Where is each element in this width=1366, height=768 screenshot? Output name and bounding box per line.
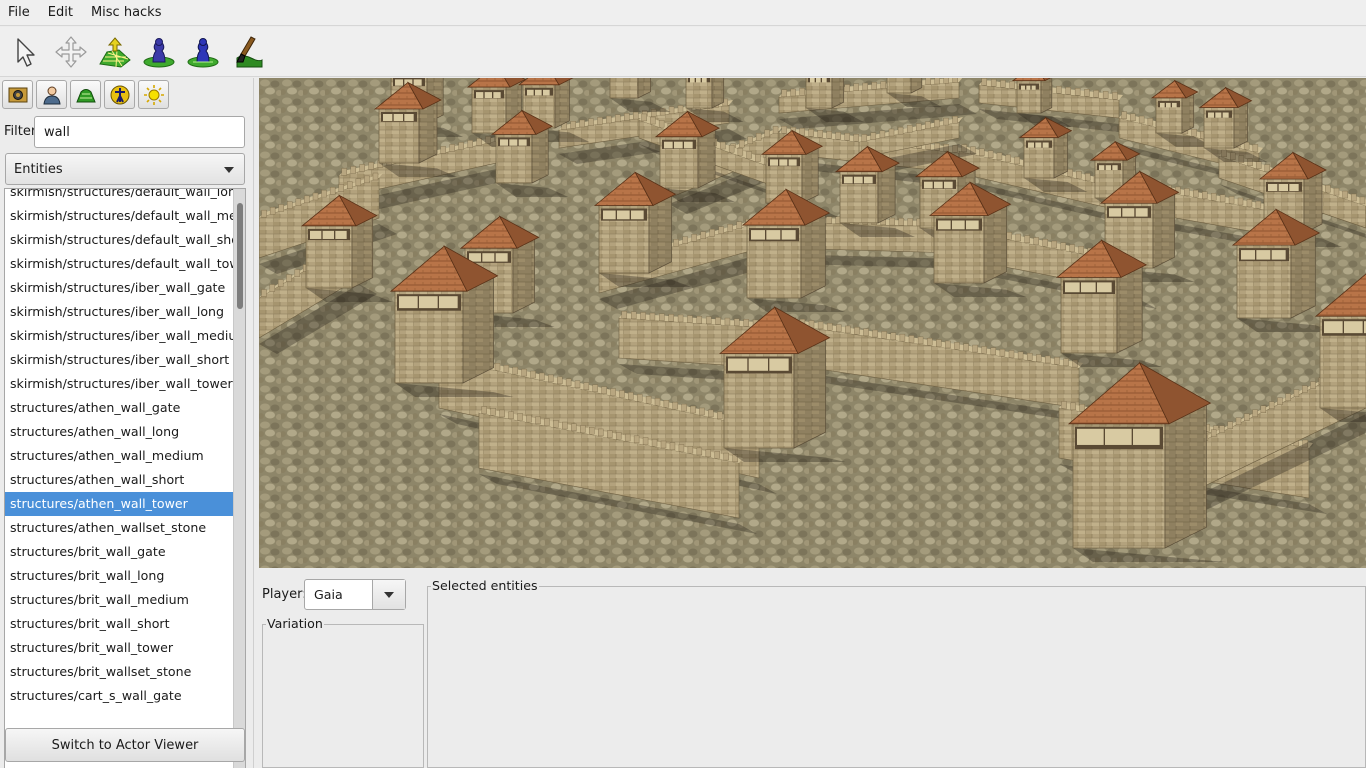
switch-to-actor-viewer-button[interactable]: Switch to Actor Viewer bbox=[5, 728, 245, 762]
object-section-button[interactable] bbox=[104, 80, 135, 109]
list-item[interactable]: structures/brit_wall_medium bbox=[5, 588, 233, 612]
object-type-value: Entities bbox=[14, 161, 63, 177]
list-item[interactable]: structures/brit_wall_gate bbox=[5, 540, 233, 564]
menu-file[interactable]: File bbox=[0, 0, 39, 26]
map-settings-icon bbox=[8, 87, 27, 102]
list-item[interactable]: skirmish/structures/iber_wall_tower bbox=[5, 372, 233, 396]
player-section-button[interactable] bbox=[36, 80, 67, 109]
list-item[interactable]: structures/cart_s_wall_gate bbox=[5, 684, 233, 708]
main-toolbar bbox=[0, 27, 1366, 77]
menu-misc-hacks[interactable]: Misc hacks bbox=[82, 0, 171, 26]
paint-brush-icon bbox=[236, 35, 263, 67]
list-item[interactable]: structures/brit_wall_long bbox=[5, 564, 233, 588]
section-tabs bbox=[2, 80, 172, 109]
entity-list[interactable]: skirmish/structures/default_wall_long ski… bbox=[4, 188, 246, 768]
vertical-scrollbar[interactable] bbox=[233, 189, 245, 768]
move-cross-icon bbox=[55, 35, 87, 68]
list-item[interactable]: structures/athen_wall_short bbox=[5, 468, 233, 492]
list-item[interactable]: structures/athen_wall_gate bbox=[5, 396, 233, 420]
selected-entities-title: Selected entities bbox=[431, 578, 539, 594]
list-item[interactable]: skirmish/structures/iber_wall_short bbox=[5, 348, 233, 372]
filter-input[interactable] bbox=[34, 116, 245, 148]
chevron-down-icon bbox=[384, 592, 394, 598]
filter-label: Filter bbox=[4, 124, 37, 139]
scene-render bbox=[259, 78, 1366, 568]
variation-title: Variation bbox=[266, 616, 324, 632]
player-value: Gaia bbox=[314, 587, 343, 602]
vertical-scroll-thumb[interactable] bbox=[237, 203, 243, 309]
list-item[interactable]: structures/athen_wall_long bbox=[5, 420, 233, 444]
variation-group: Variation bbox=[262, 616, 424, 768]
terrain-icon bbox=[75, 88, 96, 102]
object-icon bbox=[110, 85, 129, 104]
list-item[interactable]: skirmish/structures/iber_wall_gate bbox=[5, 276, 233, 300]
entity-list-items: skirmish/structures/default_wall_long ski… bbox=[5, 189, 233, 708]
select-tool-button[interactable] bbox=[6, 31, 48, 73]
transform-tool-button[interactable] bbox=[50, 31, 92, 73]
list-item[interactable]: skirmish/structures/default_wall_long bbox=[5, 189, 233, 204]
environment-section-button[interactable] bbox=[138, 80, 169, 109]
scene-viewport[interactable] bbox=[259, 78, 1366, 568]
list-item[interactable]: skirmish/structures/default_wall_tower bbox=[5, 252, 233, 276]
place-object-button[interactable] bbox=[138, 31, 180, 73]
player-label: Player: bbox=[262, 587, 307, 602]
list-item[interactable]: structures/brit_wallset_stone bbox=[5, 660, 233, 684]
paint-terrain-button[interactable] bbox=[226, 31, 268, 73]
selected-entities-group: Selected entities bbox=[427, 578, 1366, 768]
environment-sun-icon bbox=[143, 84, 164, 105]
place-object-icon bbox=[143, 37, 175, 67]
list-item[interactable]: skirmish/structures/default_wall_medium bbox=[5, 204, 233, 228]
object-sidebar: Filter Entities skirmish/structures/defa… bbox=[0, 78, 254, 768]
menu-bar: File Edit Misc hacks bbox=[0, 0, 1366, 26]
menu-edit[interactable]: Edit bbox=[39, 0, 82, 26]
player-object-button[interactable] bbox=[182, 31, 224, 73]
list-item[interactable]: structures/athen_wall_tower bbox=[5, 492, 233, 516]
list-item[interactable]: skirmish/structures/iber_wall_long bbox=[5, 300, 233, 324]
select-arrow-icon bbox=[17, 37, 35, 67]
terrain-elevate-icon bbox=[99, 36, 131, 68]
list-item[interactable]: structures/athen_wall_medium bbox=[5, 444, 233, 468]
map-section-button[interactable] bbox=[2, 80, 33, 109]
list-item[interactable]: structures/brit_wall_short bbox=[5, 612, 233, 636]
player-object-icon bbox=[187, 37, 219, 67]
terrain-elevation-button[interactable] bbox=[94, 31, 136, 73]
list-item[interactable]: structures/brit_wall_tower bbox=[5, 636, 233, 660]
player-dropdown[interactable]: Gaia bbox=[304, 579, 406, 610]
chevron-down-icon bbox=[224, 167, 234, 173]
list-item[interactable]: structures/athen_wallset_stone bbox=[5, 516, 233, 540]
list-item[interactable]: skirmish/structures/default_wall_short bbox=[5, 228, 233, 252]
list-item[interactable]: skirmish/structures/iber_wall_medium bbox=[5, 324, 233, 348]
player-settings-icon bbox=[42, 86, 61, 104]
player-dropdown-button[interactable] bbox=[372, 580, 405, 609]
terrain-section-button[interactable] bbox=[70, 80, 101, 109]
object-type-dropdown[interactable]: Entities bbox=[5, 153, 245, 185]
